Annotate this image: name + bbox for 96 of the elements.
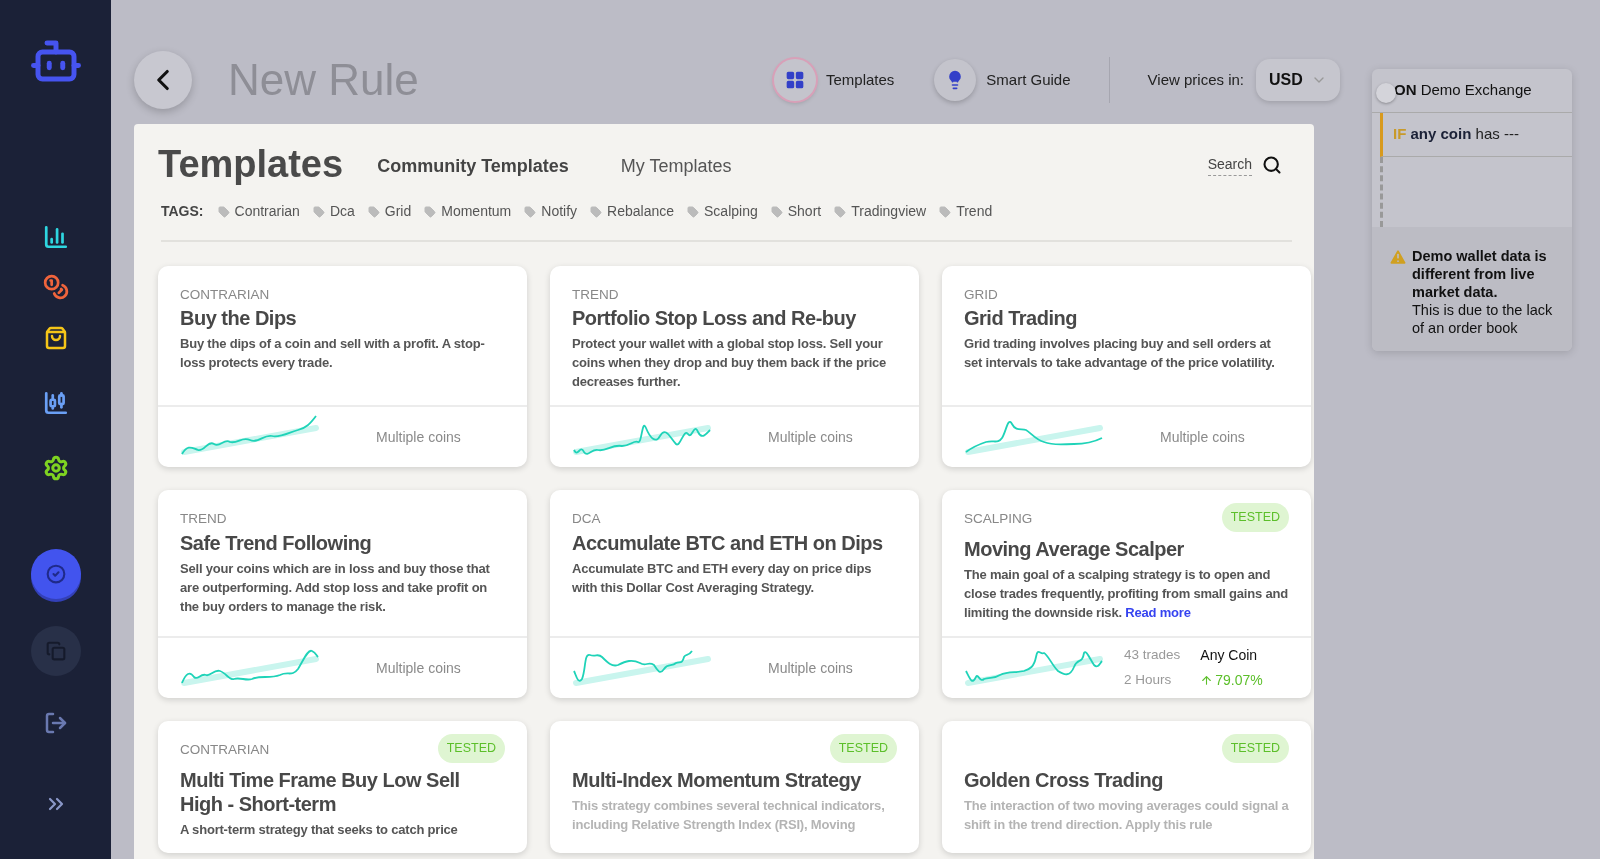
candlestick-icon[interactable] [42, 390, 69, 416]
template-card[interactable]: TESTED Multi-Index Momentum Strategy This strategy combines several technical indicators, including Relative Strength Index (RSI), Moving [550, 721, 919, 853]
coin-label: Any Coin [1200, 646, 1259, 665]
check-icon [45, 564, 66, 584]
template-card[interactable]: TREND Safe Trend Following Sell your coins which are in loss and buy those that are outperforming. Add stop loss and take profit on the buy orders to manage the risk. Multiple coins [158, 490, 527, 698]
template-card[interactable]: DCA Accumulate BTC and ETH on Dips Accumulate BTC and ETH every day on price dips with this Dollar Cost Averaging Strategy. Multiple coins [550, 490, 919, 698]
card-title: Grid Trading [964, 306, 1078, 331]
tag-icon [524, 205, 537, 218]
card-title: Moving Average Scalper [964, 537, 1185, 561]
card-description: Grid trading involves placing buy and sell orders at set intervals to take advantage of the price volatility. [964, 335, 1276, 373]
tag-icon [590, 205, 603, 218]
search-icon [1262, 154, 1282, 175]
grid-icon [785, 70, 805, 90]
on-condition: ON Demo Exchange [1394, 80, 1532, 101]
warning-title: Demo wallet data is different from live market data. [1412, 247, 1548, 301]
card-description: The main goal of a scalping strategy is to open and close trades frequently, profiting from small gains and limiting the downside risk. Read more [964, 566, 1289, 622]
currency-select[interactable]: USD [1256, 59, 1340, 101]
template-card[interactable]: CONTRARIAN Buy the Dips Buy the dips of a coin and sell with a profit. A stop-loss protects every trade. Multiple coins [158, 266, 527, 468]
card-title: Portfolio Stop Loss and Re-buy [572, 306, 857, 331]
card-title: Multi-Index Momentum Strategy [572, 767, 862, 792]
card-title: Safe Trend Following [180, 530, 373, 555]
tag-filter[interactable]: Trend [939, 201, 993, 222]
currency-label: View prices in: [1147, 69, 1244, 90]
tag-filter[interactable]: Tradingview [834, 201, 927, 222]
tag-filter[interactable]: Momentum [424, 201, 512, 222]
coins-label: Multiple coins [768, 658, 853, 678]
card-category: TREND [572, 286, 619, 304]
warning-text: This is due to the lack of an order book [1412, 301, 1554, 337]
back-button[interactable] [134, 51, 192, 109]
template-card[interactable]: TREND Portfolio Stop Loss and Re-buy Protect your wallet with a global stop loss. Sell your coins when they drop and buy them back if the price decreases further. Multiple coins [550, 266, 919, 468]
card-description: Sell your coins which are in loss and buy those that are outperforming. Add stop loss and take profit on the buy orders to manage the risk. [180, 559, 491, 616]
card-description: A short-term strategy that seeks to catch price [180, 820, 459, 839]
template-card[interactable]: CONTRARIAN TESTED Multi Time Frame Buy Low Sell High - Short-term A short-term strategy that seeks to catch price [158, 721, 527, 853]
tag-icon [834, 205, 847, 218]
tag-filter[interactable]: Grid [367, 201, 412, 222]
tags-label: TAGS: [161, 202, 204, 221]
tag-icon [424, 205, 437, 218]
template-tab[interactable]: Community Templates [377, 153, 569, 180]
template-card[interactable]: TESTED Golden Cross Trading The interaction of two moving averages could signal a shift in the trend direction. Apply this rule [942, 721, 1311, 853]
coins-label: Multiple coins [376, 427, 461, 447]
logout-icon[interactable] [43, 711, 68, 735]
tested-badge: TESTED [1221, 503, 1289, 532]
templates-heading: Templates [158, 142, 344, 187]
templates-nav-button[interactable]: Templates [774, 59, 895, 101]
card-category: CONTRARIAN [180, 286, 270, 304]
card-description: Buy the dips of a coin and sell with a profit. A stop-loss protects every trade. [180, 335, 486, 373]
coins-label: Multiple coins [1160, 427, 1245, 447]
card-title: Accumulate BTC and ETH on Dips [572, 530, 884, 555]
coins-icon[interactable] [42, 274, 69, 300]
settings-icon[interactable] [42, 455, 69, 481]
card-description: Protect your wallet with a global stop loss. Sell your coins when they drop and buy them back if the price decreases further. [572, 335, 888, 392]
card-category: CONTRARIAN [180, 741, 270, 759]
read-more-link[interactable]: Read more [1125, 605, 1191, 620]
tag-filter[interactable]: Scalping [687, 201, 758, 222]
card-description: Accumulate BTC and ETH every day on price dips with this Dollar Cost Averaging Strategy. [572, 559, 873, 597]
profit-value: 79.07% [1215, 671, 1263, 690]
warning-icon [1388, 247, 1408, 267]
tag-icon [939, 205, 952, 218]
check-button[interactable] [30, 549, 81, 599]
card-title: Multi Time Frame Buy Low Sell High - Short-term [180, 767, 461, 816]
tag-icon [312, 205, 325, 218]
card-category: SCALPING [964, 510, 1033, 529]
coins-label: Multiple coins [376, 658, 461, 678]
tag-icon [217, 205, 230, 218]
template-tab[interactable]: My Templates [620, 153, 732, 180]
template-card[interactable]: GRID Grid Trading Grid trading involves placing buy and sell orders at set intervals to take advantage of the price volatility. Multiple coins [942, 266, 1311, 468]
card-description: This strategy combines several technical indicators, including Relative Strength Index (RSI), Moving [572, 796, 886, 834]
tag-icon [770, 205, 783, 218]
tag-filter[interactable]: Notify [524, 201, 578, 222]
tested-badge: TESTED [829, 734, 897, 763]
search-button[interactable]: Search [1207, 153, 1282, 176]
tested-badge: TESTED [437, 734, 505, 763]
arrow-up-icon [1200, 674, 1214, 687]
tested-badge: TESTED [1221, 734, 1289, 763]
duration-label: 2 Hours [1124, 671, 1173, 689]
tag-filter[interactable]: Contrarian [217, 201, 300, 222]
chart-icon[interactable] [42, 224, 69, 250]
template-card[interactable] [942, 490, 1311, 698]
coins-label: Multiple coins [768, 427, 853, 447]
card-category: GRID [964, 286, 998, 304]
trades-count: 43 trades [1124, 646, 1181, 664]
smart-guide-button[interactable]: Smart Guide [934, 59, 1071, 101]
copy-icon [45, 641, 66, 661]
card-category: DCA [572, 510, 601, 529]
if-condition: IF any coin has --- [1393, 124, 1519, 145]
bag-icon[interactable] [43, 326, 68, 350]
tag-filter[interactable]: Short [770, 201, 822, 222]
card-description: The interaction of two moving averages could signal a shift in the trend direction. Apply this rule [964, 796, 1289, 834]
tag-filter[interactable]: Dca [312, 201, 355, 222]
card-category: TREND [180, 510, 227, 529]
tag-icon [367, 205, 380, 218]
toggle-knob[interactable] [1376, 83, 1396, 103]
card-title: Buy the Dips [180, 306, 298, 331]
card-title: Golden Cross Trading [964, 767, 1164, 792]
tag-icon [687, 205, 699, 218]
tag-filter[interactable]: Rebalance [590, 201, 674, 222]
